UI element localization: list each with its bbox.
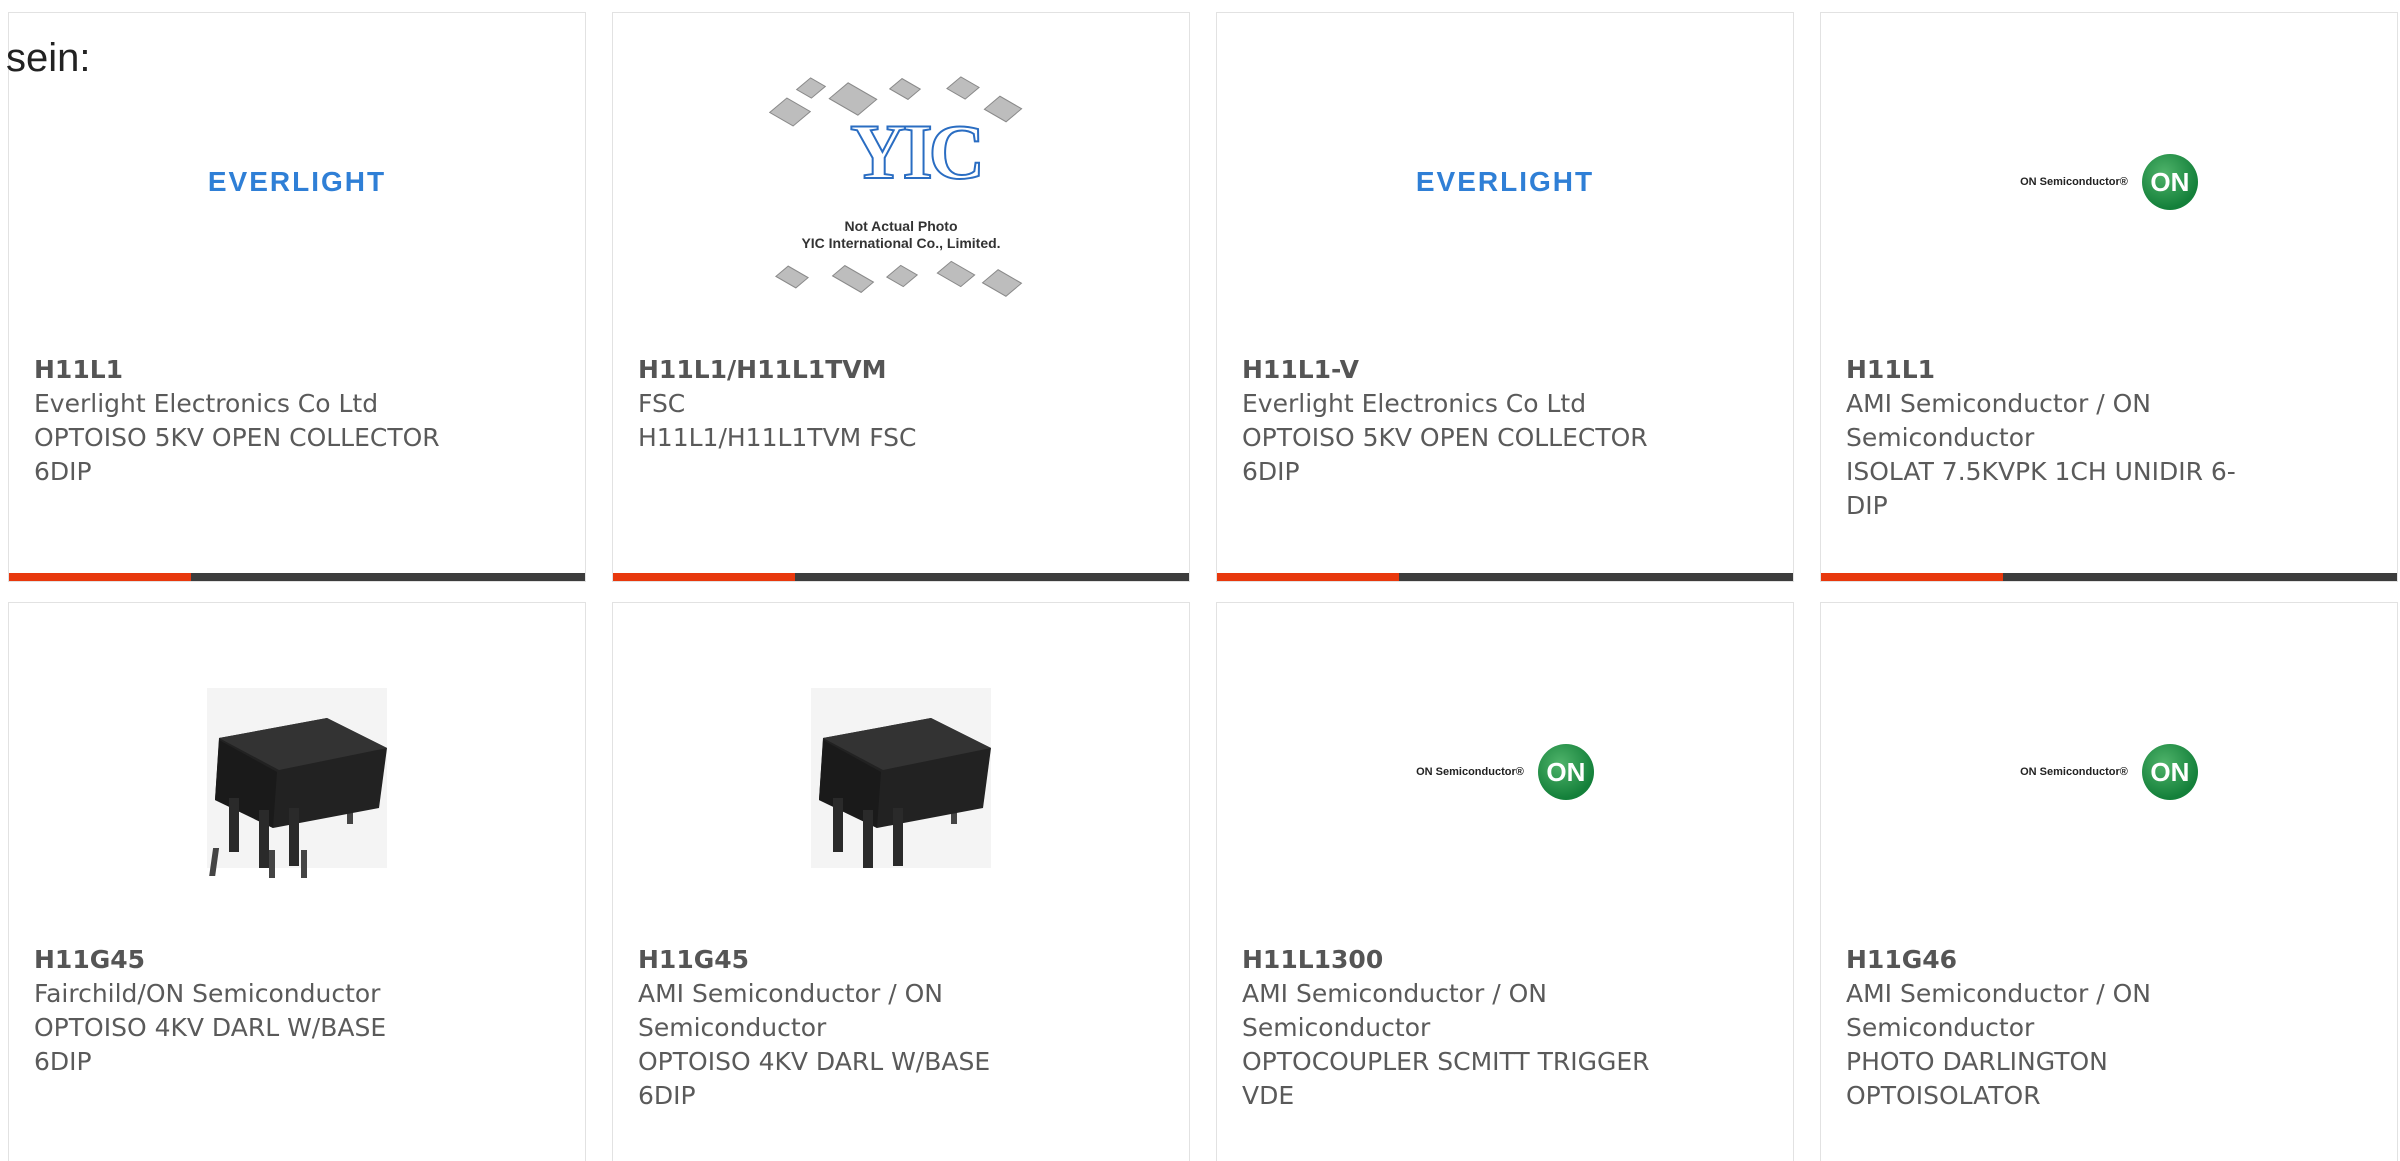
card-bottom-bar (1821, 573, 2397, 581)
chip-icon (768, 97, 812, 127)
product-image[interactable] (9, 663, 585, 893)
manufacturer: AMI Semiconductor / ON (1846, 979, 2151, 1008)
product-card[interactable]: H11G45 AMI Semiconductor / ON Semiconduc… (612, 602, 1190, 1161)
description-line: VDE (1242, 1081, 1295, 1110)
description-line: 6DIP (34, 457, 92, 486)
on-semi-logo-text: ON Semiconductor® (1416, 766, 1524, 778)
everlight-logo: EVERLIGHT (207, 166, 387, 197)
description-line: OPTOISO 4KV DARL W/BASE (34, 1013, 387, 1042)
card-accent-bar (1217, 573, 1399, 581)
manufacturer: Everlight Electronics Co Ltd (34, 389, 379, 418)
description-line: 6DIP (638, 1081, 696, 1110)
on-semi-logo-text: ON Semiconductor® (2020, 176, 2128, 188)
card-accent-bar (9, 573, 191, 581)
chip-icon (946, 76, 980, 100)
caption-line: Not Actual Photo (844, 218, 958, 234)
description-line: H11L1/H11L1TVM FSC (638, 423, 917, 452)
chip-icon (795, 77, 827, 99)
product-image[interactable]: ON Semiconductor® ON (1821, 73, 2397, 303)
product-info: H11L1 Everlight Electronics Co Ltd OPTOI… (34, 353, 474, 489)
manufacturer: AMI Semiconductor / ON (638, 979, 943, 1008)
manufacturer: AMI Semiconductor / ON (1242, 979, 1547, 1008)
chip-icon (831, 265, 875, 293)
description-line: OPTOISO 5KV OPEN COLLECTOR (34, 423, 440, 452)
on-semi-logo-text: ON Semiconductor® (2020, 766, 2128, 778)
chip-icon (888, 78, 922, 100)
product-card[interactable]: H11G45 Fairchild/ON Semiconductor OPTOIS… (8, 602, 586, 1161)
manufacturer: Semiconductor (1846, 423, 2035, 452)
yic-logo: YIC (849, 108, 986, 195)
part-number-link[interactable]: H11G45 (34, 943, 474, 977)
product-image[interactable]: YIC Not Actual Photo YIC International C… (613, 73, 1189, 303)
chip-icon (886, 264, 918, 288)
manufacturer: Fairchild/ON Semiconductor (34, 979, 381, 1008)
product-card[interactable]: YIC Not Actual Photo YIC International C… (612, 12, 1190, 582)
product-card[interactable]: EVERLIGHT H11L1-V Everlight Electronics … (1216, 12, 1794, 582)
manufacturer: Semiconductor (638, 1013, 827, 1042)
product-info: H11L1-V Everlight Electronics Co Ltd OPT… (1242, 353, 1682, 489)
description-line: OPTOISO 4KV DARL W/BASE (638, 1047, 991, 1076)
part-number-link[interactable]: H11L1-V (1242, 353, 1682, 387)
product-info: H11L1 AMI Semiconductor / ON Semiconduct… (1846, 353, 2286, 523)
chip-icon (775, 265, 809, 289)
intro-text: sein: (6, 36, 91, 80)
product-info: H11L1300 AMI Semiconductor / ON Semicond… (1242, 943, 1682, 1113)
on-badge-icon: ON (1537, 744, 1594, 800)
description-line: OPTOCOUPLER SCMITT TRIGGER (1242, 1047, 1650, 1076)
part-number-link[interactable]: H11G46 (1846, 943, 2286, 977)
manufacturer: Semiconductor (1242, 1013, 1431, 1042)
part-number-link[interactable]: H11L1 (34, 353, 474, 387)
card-bottom-bar (9, 573, 585, 581)
part-number-link[interactable]: H11L1300 (1242, 943, 1682, 977)
product-info: H11L1/H11L1TVM FSC H11L1/H11L1TVM FSC (638, 353, 1078, 455)
product-card[interactable]: ON Semiconductor® ON H11G46 AMI Semicond… (1820, 602, 2398, 1161)
description-line: 6DIP (1242, 457, 1300, 486)
on-semi-logo: ON Semiconductor® ON (1416, 744, 1594, 800)
description-line: OPTOISO 5KV OPEN COLLECTOR (1242, 423, 1648, 452)
chip-icon (936, 260, 976, 288)
product-card[interactable]: ON Semiconductor® ON H11L1300 AMI Semico… (1216, 602, 1794, 1161)
dip6-chip-icon (811, 688, 991, 868)
description-line: ISOLAT 7.5KVPK 1CH UNIDIR 6- (1846, 457, 2236, 486)
product-image[interactable]: ON Semiconductor® ON (1217, 663, 1793, 893)
description-line: DIP (1846, 491, 1888, 520)
part-number-link[interactable]: H11G45 (638, 943, 1078, 977)
product-image[interactable] (613, 663, 1189, 893)
part-number-link[interactable]: H11L1 (1846, 353, 2286, 387)
chip-icon (983, 95, 1023, 123)
on-badge-icon: ON (2141, 154, 2198, 210)
product-image[interactable]: EVERLIGHT (1217, 73, 1793, 303)
dip6-chip-icon (207, 688, 387, 878)
everlight-logo: EVERLIGHT (1415, 166, 1595, 197)
card-bottom-bar (1217, 573, 1793, 581)
description-line: PHOTO DARLINGTON (1846, 1047, 2108, 1076)
part-number-link[interactable]: H11L1/H11L1TVM (638, 353, 1078, 387)
chip-icon (981, 269, 1023, 297)
manufacturer: AMI Semiconductor / ON (1846, 389, 2151, 418)
on-semi-logo: ON Semiconductor® ON (2020, 744, 2198, 800)
on-semi-logo: ON Semiconductor® ON (2020, 154, 2198, 210)
yic-placeholder-image: YIC Not Actual Photo YIC International C… (766, 73, 1036, 303)
product-card[interactable]: ON Semiconductor® ON H11L1 AMI Semicondu… (1820, 12, 2398, 582)
manufacturer: FSC (638, 389, 686, 418)
image-caption: Not Actual Photo YIC International Co., … (766, 218, 1036, 252)
card-accent-bar (1821, 573, 2003, 581)
description-line: 6DIP (34, 1047, 92, 1076)
product-image[interactable]: ON Semiconductor® ON (1821, 663, 2397, 893)
product-info: H11G45 AMI Semiconductor / ON Semiconduc… (638, 943, 1078, 1113)
manufacturer: Everlight Electronics Co Ltd (1242, 389, 1587, 418)
product-info: H11G45 Fairchild/ON Semiconductor OPTOIS… (34, 943, 474, 1079)
manufacturer: Semiconductor (1846, 1013, 2035, 1042)
on-badge-icon: ON (2141, 744, 2198, 800)
caption-line: YIC International Co., Limited. (801, 235, 1001, 251)
product-card[interactable]: EVERLIGHT H11L1 Everlight Electronics Co… (8, 12, 586, 582)
product-info: H11G46 AMI Semiconductor / ON Semiconduc… (1846, 943, 2286, 1113)
description-line: OPTOISOLATOR (1846, 1081, 2041, 1110)
card-accent-bar (613, 573, 795, 581)
product-image[interactable]: EVERLIGHT (9, 73, 585, 303)
page: sein: EVERLIGHT H11L1 Everlight Electron… (0, 0, 2400, 1161)
product-grid: EVERLIGHT H11L1 Everlight Electronics Co… (8, 12, 2400, 1161)
card-bottom-bar (613, 573, 1189, 581)
